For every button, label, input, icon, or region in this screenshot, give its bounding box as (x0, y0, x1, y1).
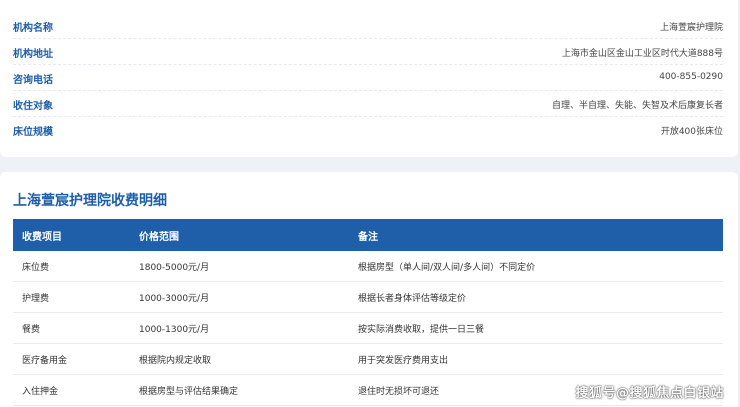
info-value: 上海市金山区金山工业区时代大道888号 (561, 49, 723, 59)
table-row: 餐费 1000-1300元/月 按实际消费收取，提供一日三餐 (13, 313, 723, 344)
info-value: 开放400张床位 (660, 127, 723, 137)
cell-price: 根据房型与评估结果确定 (139, 387, 239, 397)
cell-note: 用于突发医疗费用支出 (358, 356, 449, 366)
cell-item: 入住押金 (22, 387, 59, 397)
cell-item: 餐费 (22, 325, 41, 335)
cell-note: 根据房型（单人间/双人间/多人间）不同定价 (358, 263, 536, 273)
cell-price: 根据院内规定收取 (139, 356, 212, 366)
cell-price: 1800-5000元/月 (139, 263, 210, 273)
table-header: 收费项目 价格范围 备注 (13, 219, 723, 251)
cell-price: 1000-3000元/月 (139, 294, 210, 304)
info-row-beds: 床位规模 开放400张床位 (13, 117, 723, 143)
institution-info-card: 机构名称 上海萱宸护理院 机构地址 上海市金山区金山工业区时代大道888号 咨询… (0, 0, 738, 157)
info-value: 自理、半自理、失能、失智及术后康复长者 (551, 101, 723, 111)
cell-item: 床位费 (22, 263, 50, 273)
table-row: 护理费 1000-3000元/月 根据长者身体评估等级定价 (13, 282, 723, 313)
info-label: 机构地址 (13, 49, 53, 60)
info-row-residents: 收住对象 自理、半自理、失能、失智及术后康复长者 (13, 91, 723, 117)
info-row-address: 机构地址 上海市金山区金山工业区时代大道888号 (13, 39, 723, 65)
cell-note: 退住时无损坏可退还 (358, 387, 440, 397)
cell-item: 护理费 (22, 294, 50, 304)
info-row-name: 机构名称 上海萱宸护理院 (13, 13, 723, 39)
info-value: 400-855-0290 (659, 72, 723, 82)
table-row: 床位费 1800-5000元/月 根据房型（单人间/双人间/多人间）不同定价 (13, 251, 723, 282)
fee-details-card: 上海萱宸护理院收费明细 收费项目 价格范围 备注 床位费 1800-5000元/… (0, 172, 738, 407)
info-row-phone: 咨询电话 400-855-0290 (13, 65, 723, 91)
cell-price: 1000-1300元/月 (139, 325, 210, 335)
table-row: 医疗备用金 根据院内规定收取 用于突发医疗费用支出 (13, 344, 723, 375)
column-header-price: 价格范围 (139, 232, 179, 243)
info-label: 收住对象 (13, 101, 53, 112)
info-label: 床位规模 (13, 127, 53, 138)
section-title: 上海萱宸护理院收费明细 (13, 193, 167, 209)
fee-table: 收费项目 价格范围 备注 床位费 1800-5000元/月 根据房型（单人间/双… (13, 219, 723, 406)
column-header-item: 收费项目 (22, 232, 62, 243)
info-value: 上海萱宸护理院 (659, 23, 723, 33)
cell-item: 医疗备用金 (22, 356, 68, 366)
cell-note: 按实际消费收取，提供一日三餐 (358, 325, 485, 335)
watermark: 搜狐号@搜狐焦点白银站 (575, 386, 724, 401)
info-label: 咨询电话 (13, 75, 53, 86)
cell-note: 根据长者身体评估等级定价 (358, 294, 467, 304)
info-label: 机构名称 (13, 23, 53, 34)
column-header-note: 备注 (358, 232, 378, 243)
